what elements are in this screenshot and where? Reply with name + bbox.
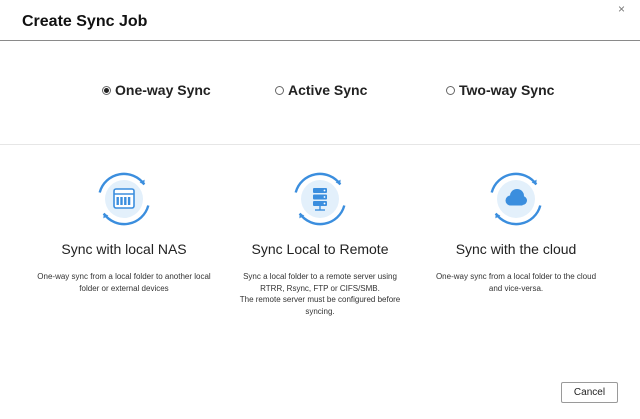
- nas-sync-icon: [98, 172, 150, 226]
- server-sync-icon: [294, 172, 346, 226]
- description-line: and vice-versa.: [488, 283, 544, 293]
- section-divider: [0, 144, 640, 145]
- option-title: Sync with local NAS: [61, 241, 187, 257]
- description-line: The remote server must be configured bef…: [239, 295, 401, 304]
- option-sync-local-nas[interactable]: Sync with local NAS One-way sync from a …: [24, 170, 224, 294]
- description-line: One-way sync from a local folder to anot…: [37, 272, 211, 281]
- radio-active-sync[interactable]: [275, 85, 284, 95]
- sync-mode-selector: One-way Sync Active Sync Two-way Sync: [0, 78, 640, 104]
- mode-active-sync[interactable]: Active Sync: [275, 82, 367, 98]
- description-line: Sync a local folder to a remote server u…: [243, 272, 397, 281]
- dialog-header: Create Sync Job ×: [0, 0, 640, 41]
- description-line: RTRR, Rsync, FTP or CIFS/SMB.: [260, 283, 380, 293]
- radio-one-way-sync[interactable]: [102, 85, 111, 95]
- mode-two-way-sync[interactable]: Two-way Sync: [446, 82, 554, 98]
- dialog-title: Create Sync Job: [22, 13, 148, 30]
- description-line: One-way sync from a local folder to the …: [435, 272, 597, 281]
- option-sync-local-to-remote[interactable]: Sync Local to Remote Sync a local folder…: [220, 170, 420, 317]
- mode-label: Two-way Sync: [459, 82, 555, 98]
- cloud-sync-icon: [490, 172, 542, 226]
- option-description: Sync a local folder to a remote server u…: [220, 271, 420, 317]
- option-title: Sync with the cloud: [455, 241, 577, 257]
- cancel-button[interactable]: Cancel: [561, 382, 618, 403]
- mode-one-way-sync[interactable]: One-way Sync: [102, 82, 211, 98]
- description-line: folder or external devices: [79, 283, 169, 293]
- radio-two-way-sync[interactable]: [446, 85, 455, 95]
- mode-label: Active Sync: [288, 82, 368, 98]
- close-icon[interactable]: ×: [618, 2, 625, 16]
- option-title: Sync Local to Remote: [251, 241, 389, 257]
- option-sync-with-cloud[interactable]: Sync with the cloud One-way sync from a …: [416, 170, 616, 294]
- mode-label: One-way Sync: [115, 82, 211, 98]
- option-description: One-way sync from a local folder to the …: [416, 271, 616, 294]
- option-description: One-way sync from a local folder to anot…: [24, 271, 224, 294]
- description-line: syncing.: [305, 306, 335, 316]
